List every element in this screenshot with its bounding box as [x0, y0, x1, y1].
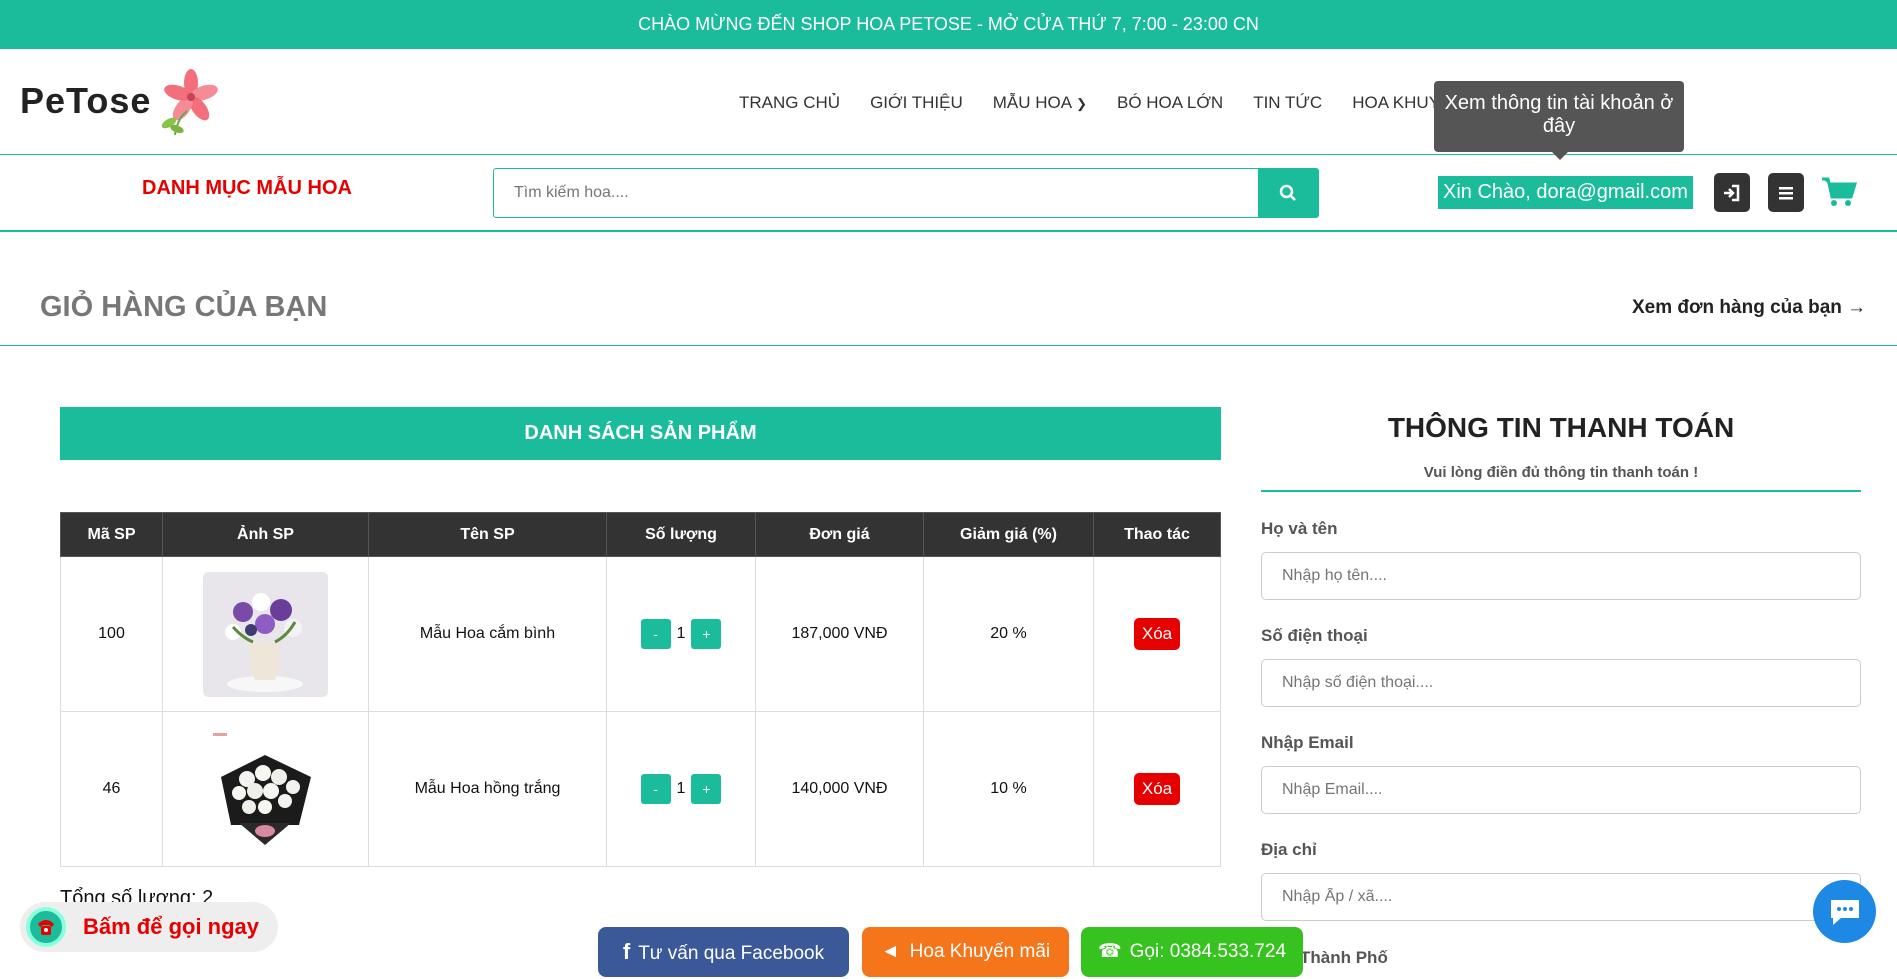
city-label: Thành Phố	[1300, 948, 1388, 967]
nav-about[interactable]: GIỚI THIỆU	[870, 93, 963, 113]
sign-in-icon	[1724, 184, 1740, 201]
search-bar-row: DANH MỤC MẪU HOA Xin Chào, dora@gmail.co…	[0, 155, 1897, 232]
payment-title: THÔNG TIN THANH TOÁN	[1387, 412, 1735, 443]
address-field[interactable]	[1261, 873, 1861, 921]
search-icon	[1279, 184, 1296, 201]
unit-price: 187,000 VNĐ	[755, 556, 924, 712]
facebook-icon: f	[622, 939, 631, 964]
category-menu-label[interactable]: DANH MỤC MẪU HOA	[142, 177, 352, 200]
page-title: GIỎ HÀNG CỦA BẠN	[40, 291, 328, 323]
decrease-quantity-button[interactable]: -	[640, 774, 671, 804]
table-row: 100 Mẫu Hoa cắm bình - 1 + 187,000 VNĐ 2…	[60, 556, 1221, 712]
quantity-value: 1	[676, 625, 686, 642]
column-header: Giảm giá (%)	[923, 512, 1094, 557]
cart-table: Mã SP Ảnh SP Tên SP Số lượng Đơn giá Giả…	[60, 512, 1221, 867]
column-header: Mã SP	[60, 512, 163, 557]
call-now-widget[interactable]: Bấm để gọi ngay	[20, 902, 278, 952]
increase-quantity-button[interactable]: +	[691, 774, 722, 804]
divider	[0, 345, 1897, 346]
user-greeting[interactable]: Xin Chào, dora@gmail.com	[1438, 176, 1693, 209]
login-button[interactable]	[1714, 173, 1750, 212]
search-box	[493, 168, 1319, 218]
nav-home[interactable]: TRANG CHỦ	[739, 93, 840, 113]
decrease-quantity-button[interactable]: -	[640, 619, 671, 649]
call-phone-button[interactable]: ☎ Gọi: 0384.533.724	[1081, 927, 1303, 977]
chat-bubble-icon	[1830, 899, 1859, 925]
unit-price: 140,000 VNĐ	[755, 711, 924, 867]
column-header: Đơn giá	[755, 512, 924, 557]
account-tooltip: Xem thông tin tài khoản ở đây	[1434, 81, 1684, 160]
nav-large-bouquets[interactable]: BÓ HOA LỚN	[1117, 93, 1223, 113]
view-orders-link[interactable]: Xem đơn hàng của bạn →	[1632, 297, 1866, 319]
delete-button[interactable]: Xóa	[1133, 773, 1181, 805]
column-header: Số lượng	[606, 512, 756, 557]
quantity-stepper: - 1 +	[640, 774, 722, 804]
welcome-banner: CHÀO MỪNG ĐẾN SHOP HOA PETOSE - MỞ CỬA T…	[0, 0, 1897, 49]
product-name: Mẫu Hoa hồng trắng	[368, 711, 607, 867]
chat-button[interactable]	[1813, 880, 1876, 943]
flower-logo-icon[interactable]	[155, 67, 225, 137]
full-name-field[interactable]	[1261, 552, 1861, 600]
phone-icon: ☎	[1097, 941, 1122, 962]
column-header: Ảnh SP	[162, 512, 369, 557]
facebook-consult-button[interactable]: f Tư vấn qua Facebook	[598, 927, 849, 977]
payment-subtitle: Vui lòng điền đủ thông tin thanh toán !	[1423, 464, 1699, 481]
nav-news[interactable]: TIN TỨC	[1253, 93, 1322, 113]
delete-button[interactable]: Xóa	[1133, 618, 1181, 650]
full-name-label: Họ và tên	[1261, 519, 1338, 538]
address-label: Địa chỉ	[1261, 840, 1317, 859]
phone-label: Số điện thoại	[1261, 626, 1368, 645]
divider	[1261, 490, 1861, 492]
product-name: Mẫu Hoa cắm bình	[368, 556, 607, 712]
chevron-down-icon: ❯	[1076, 96, 1087, 111]
phone-field[interactable]	[1261, 659, 1861, 707]
search-button[interactable]	[1258, 169, 1318, 217]
cart-button[interactable]	[1821, 176, 1858, 213]
increase-quantity-button[interactable]: +	[691, 619, 722, 649]
product-image	[203, 726, 328, 852]
logo[interactable]: PeTose	[20, 80, 151, 122]
column-header: Tên SP	[368, 512, 607, 557]
discount: 20 %	[923, 556, 1094, 712]
table-row: 46 Mẫu Hoa hồng trắng - 1 + 140,000 VNĐ …	[60, 711, 1221, 867]
quantity-value: 1	[676, 780, 686, 797]
hamburger-menu-icon	[1779, 186, 1793, 199]
email-field[interactable]	[1261, 766, 1861, 814]
menu-button[interactable]	[1768, 173, 1804, 212]
search-input[interactable]	[494, 169, 1258, 217]
discount: 10 %	[923, 711, 1094, 867]
product-list-header: DANH SÁCH SẢN PHẨM	[60, 407, 1221, 460]
product-id: 100	[60, 556, 163, 712]
email-label: Nhập Email	[1261, 733, 1354, 752]
promo-flowers-button[interactable]: ◄ Hoa Khuyến mãi	[862, 927, 1069, 977]
megaphone-icon: ◄	[880, 941, 900, 962]
product-id: 46	[60, 711, 163, 867]
shopping-cart-icon	[1822, 177, 1858, 206]
product-image	[203, 571, 328, 697]
quantity-stepper: - 1 +	[640, 619, 722, 649]
table-header-row: Mã SP Ảnh SP Tên SP Số lượng Đơn giá Giả…	[60, 512, 1221, 557]
phone-icon	[26, 907, 66, 947]
nav-flower-styles[interactable]: MẪU HOA ❯	[993, 93, 1087, 113]
column-header: Thao tác	[1093, 512, 1221, 557]
call-now-label: Bấm để gọi ngay	[83, 914, 260, 939]
main-nav: TRANG CHỦ GIỚI THIỆU MẪU HOA ❯ BÓ HOA LỚN…	[739, 93, 1529, 113]
